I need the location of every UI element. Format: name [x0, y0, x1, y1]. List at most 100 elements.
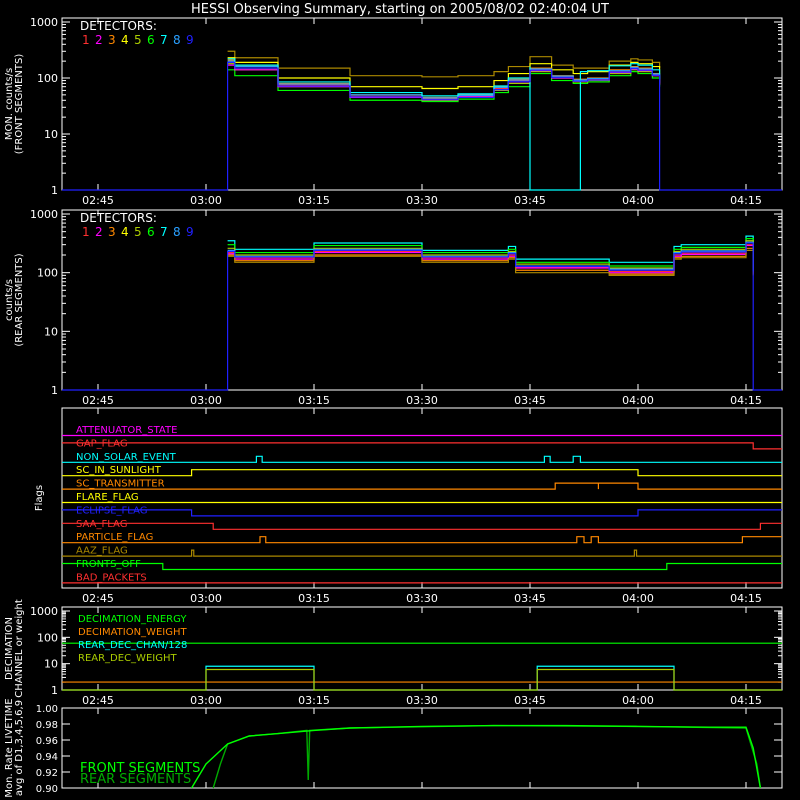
rear-y-tick-label: 1000	[30, 208, 58, 221]
flags-x-tick-label: 04:15	[730, 592, 762, 605]
front-x-tick-label: 03:00	[190, 194, 222, 207]
rear-x-tick-label: 03:30	[406, 394, 438, 407]
decimation-legend-label: DECIMATION_ENERGY	[78, 614, 187, 625]
rear-y-tick-label: 100	[37, 267, 58, 280]
flags-y-label: Flags	[34, 485, 45, 511]
flag-line	[62, 522, 782, 530]
flag-label: SAA_FLAG	[76, 519, 127, 530]
front-series-line	[62, 61, 782, 191]
rear-y-tick-label: 1	[51, 384, 58, 397]
flag-label: ECLIPSE_FLAG	[76, 505, 147, 516]
front-detector-number: 9	[186, 33, 194, 47]
flag-label: BAD_PACKETS	[76, 572, 147, 583]
rear-x-tick-label: 03:15	[298, 394, 330, 407]
flags-x-tick-label: 03:00	[190, 592, 222, 605]
rear-x-tick-label: 03:45	[514, 394, 546, 407]
flags-x-tick-label: 04:00	[622, 592, 654, 605]
rear-panel-frame	[61, 209, 783, 391]
rear-x-tick-label: 04:15	[730, 394, 762, 407]
livetime-series-line	[190, 724, 762, 789]
front-x-tick-label: 04:15	[730, 194, 762, 207]
front-detector-number: 2	[95, 33, 103, 47]
rear-detector-number: 1	[82, 225, 90, 239]
hessi-summary-chart: HESSI Observing Summary, starting on 200…	[4, 2, 783, 798]
decimation-y-tick-label: 1	[51, 684, 58, 697]
front-y-tick-label: 100	[37, 72, 58, 85]
rear-detector-number: 6	[147, 225, 155, 239]
front-y-tick-label: 1	[51, 184, 58, 197]
livetime-y-tick-label: 1.00	[36, 704, 58, 715]
front-x-tick-label: 04:00	[622, 194, 654, 207]
livetime-y-tick-label: 0.94	[36, 752, 58, 763]
front-detector-number: 6	[147, 33, 155, 47]
front-x-tick-label: 03:30	[406, 194, 438, 207]
decimation-y-tick-label: 10	[44, 658, 58, 671]
chart-layer: 1101001000MON. counts/s (FRONT SEGMENTS)D…	[4, 16, 783, 798]
rear-series-line	[62, 242, 782, 391]
front-x-tick-label: 02:45	[82, 194, 114, 207]
decimation-x-tick-label: 03:45	[514, 694, 546, 707]
flags-x-tick-label: 03:45	[514, 592, 546, 605]
flag-line	[62, 536, 782, 544]
flag-line	[62, 469, 782, 477]
rear-detector-number: 2	[95, 225, 103, 239]
flag-line	[62, 442, 782, 450]
livetime-y-tick-label: 0.98	[36, 720, 58, 731]
rear-detector-number: 5	[134, 225, 142, 239]
rear-y-tick-label: 10	[44, 325, 58, 338]
flag-line	[62, 482, 782, 490]
decimation-x-tick-label: 03:15	[298, 694, 330, 707]
decimation-legend-label: REAR_DEC_WEIGHT	[78, 653, 177, 664]
livetime-y-tick-label: 0.90	[36, 784, 58, 795]
flag-label: ATTENUATOR_STATE	[76, 425, 177, 436]
flag-label: FLARE_FLAG	[76, 492, 139, 503]
livetime-y-tick-label: 0.96	[36, 736, 58, 747]
flag-label: NON_SOLAR_EVENT	[76, 452, 177, 463]
flag-line	[62, 509, 782, 517]
flags-x-tick-label: 02:45	[82, 592, 114, 605]
front-x-tick-label: 03:45	[514, 194, 546, 207]
livetime-y-label: avg of D1,3,4,5,6,9	[14, 700, 25, 796]
chart-title: HESSI Observing Summary, starting on 200…	[191, 2, 609, 17]
rear-detector-number: 4	[121, 225, 129, 239]
flags-x-tick-label: 03:15	[298, 592, 330, 605]
decimation-y-label: CHANNEL or weight	[14, 599, 25, 698]
flag-label: SC_TRANSMITTER	[76, 479, 165, 490]
rear-detectors-label: DETECTORS:	[80, 211, 157, 225]
flag-line	[62, 562, 782, 571]
rear-y-label: (REAR SEGMENTS)	[14, 253, 25, 346]
flag-label: SC_IN_SUNLIGHT	[76, 465, 162, 476]
rear-detector-number: 3	[108, 225, 116, 239]
rear-detector-number: 7	[160, 225, 168, 239]
decimation-x-tick-label: 04:00	[622, 694, 654, 707]
rear-x-tick-label: 03:00	[190, 394, 222, 407]
decimation-x-tick-label: 03:30	[406, 694, 438, 707]
front-detector-number: 1	[82, 33, 90, 47]
flag-line	[62, 549, 782, 557]
decimation-legend-label: DECIMATION_WEIGHT	[78, 627, 187, 638]
front-detector-number: 8	[173, 33, 181, 47]
rear-detector-number: 9	[186, 225, 194, 239]
livetime-series-line	[212, 724, 762, 789]
front-detector-number: 5	[134, 33, 142, 47]
decimation-legend-label: REAR_DEC_CHAN/128	[78, 640, 187, 651]
flag-label: GAP_FLAG	[76, 438, 128, 449]
front-y-tick-label: 1000	[30, 16, 58, 29]
livetime-y-tick-label: 0.92	[36, 768, 58, 779]
decimation-x-tick-label: 03:00	[190, 694, 222, 707]
front-panel-frame	[61, 17, 783, 191]
rear-x-tick-label: 04:00	[622, 394, 654, 407]
flags-x-tick-label: 03:30	[406, 592, 438, 605]
front-detectors-label: DETECTORS:	[80, 19, 157, 33]
flag-label: AAZ_FLAG	[76, 546, 128, 557]
decimation-y-tick-label: 1000	[30, 605, 58, 618]
flag-label: PARTICLE_FLAG	[76, 532, 153, 543]
decimation-y-tick-label: 100	[37, 631, 58, 644]
front-x-tick-label: 03:15	[298, 194, 330, 207]
decimation-x-tick-label: 04:15	[730, 694, 762, 707]
front-detector-number: 4	[121, 33, 129, 47]
livetime-legend-label: REAR SEGMENTS	[80, 772, 191, 787]
rear-x-tick-label: 02:45	[82, 394, 114, 407]
front-detector-number: 7	[160, 33, 168, 47]
front-series-line	[227, 50, 661, 78]
